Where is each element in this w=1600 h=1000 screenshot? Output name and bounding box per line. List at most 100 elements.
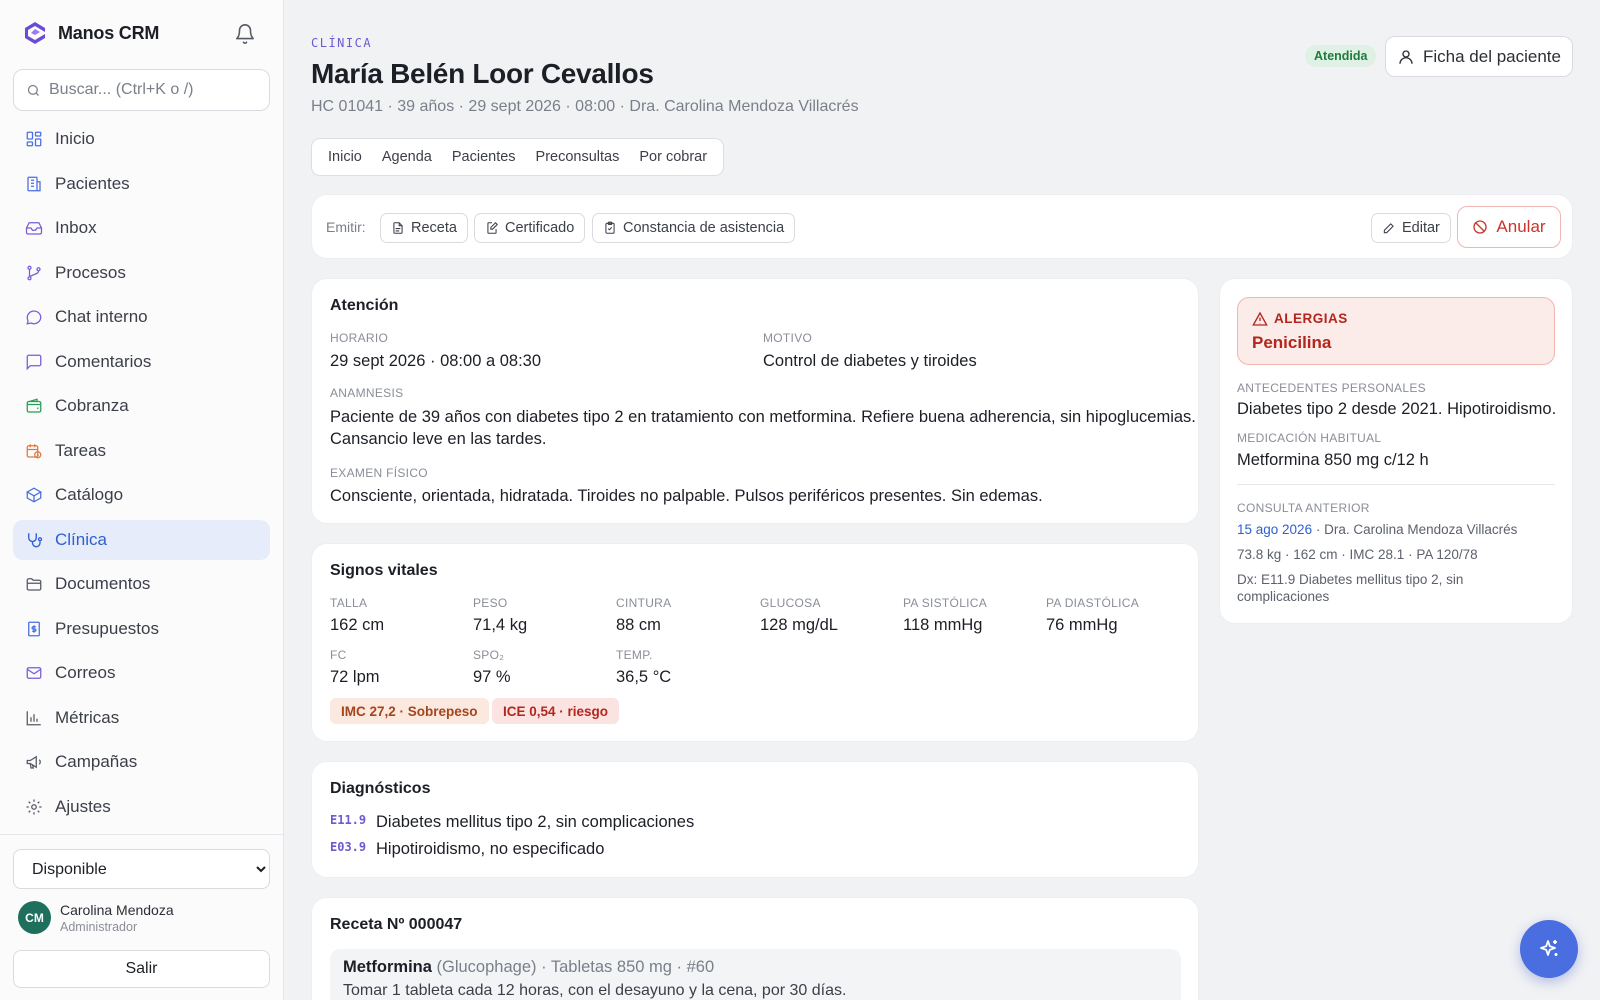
- user-icon: [1399, 49, 1413, 64]
- sparkles-icon: [1540, 940, 1558, 956]
- vital-value: 88 cm: [616, 616, 661, 634]
- attention-title: Atención: [330, 297, 399, 314]
- sidebar-item-documentos[interactable]: Documentos: [13, 564, 270, 604]
- sidebar-item-label: Inicio: [55, 129, 95, 148]
- section-label: CLÍNICA: [311, 36, 373, 50]
- sidebar-item-metricas[interactable]: Métricas: [13, 698, 270, 738]
- sidebar-item-correos[interactable]: Correos: [13, 653, 270, 693]
- sidebar-item-catalogo[interactable]: Catálogo: [13, 475, 270, 515]
- edit-button[interactable]: Editar: [1371, 213, 1451, 243]
- reason-label: MOTIVO: [763, 331, 813, 345]
- sidebar-item-label: Pacientes: [55, 173, 130, 193]
- vital-value: 118 mmHg: [903, 616, 983, 634]
- search-icon: [27, 84, 39, 96]
- certificado-button[interactable]: Certificado: [474, 213, 586, 243]
- physical-exam-value: Consciente, orientada, hidratada. Tiroid…: [330, 487, 1043, 505]
- drug-detail: (Glucophage) · Tabletas 850 mg · #60: [436, 958, 715, 976]
- sidebar-footer: Disponible CM Carolina Mendoza Administr…: [0, 834, 284, 1000]
- sidebar-item-campanas[interactable]: Campañas: [13, 742, 270, 782]
- patient-meta: HC 01041 · 39 años · 29 sept 2026 · 08:0…: [311, 98, 859, 115]
- previous-visit-date-link[interactable]: 15 ago 2026: [1237, 522, 1312, 537]
- tab-pacientes[interactable]: Pacientes: [442, 149, 526, 165]
- history-label: ANTECEDENTES PERSONALES: [1237, 381, 1426, 395]
- previous-visit-line: 15 ago 2026 · Dra. Carolina Mendoza Vill…: [1237, 522, 1517, 537]
- section-tabs: Inicio Agenda Pacientes Preconsultas Por…: [311, 138, 725, 176]
- tab-inicio[interactable]: Inicio: [318, 149, 372, 165]
- app-name: Manos CRM: [58, 22, 160, 43]
- diagnosis-code: E11.9: [330, 813, 367, 827]
- sidebar-nav: Inicio Pacientes Inbox Procesos Chat int…: [13, 119, 270, 831]
- sidebar-item-procesos[interactable]: Procesos: [13, 253, 270, 293]
- tab-por-cobrar[interactable]: Por cobrar: [629, 149, 717, 165]
- pencil-icon: [1383, 223, 1394, 234]
- sidebar-item-clinica[interactable]: Clínica: [13, 519, 270, 560]
- sidebar-item-label: Campañas: [55, 752, 138, 771]
- box-icon: [25, 487, 43, 503]
- previous-visit-label: CONSULTA ANTERIOR: [1237, 501, 1370, 515]
- patient-file-button[interactable]: Ficha del paciente: [1385, 36, 1573, 77]
- sidebar-item-ajustes[interactable]: Ajustes: [13, 787, 270, 827]
- sidebar-item-inbox[interactable]: Inbox: [13, 208, 270, 248]
- sidebar-item-cobranza[interactable]: Cobranza: [13, 386, 270, 426]
- clock-calendar-icon: [26, 443, 42, 458]
- file-edit-icon: [487, 222, 498, 234]
- brand[interactable]: Manos CRM: [22, 20, 159, 46]
- medication-value: Metformina 850 mg c/12 h: [1237, 451, 1429, 469]
- bell-icon[interactable]: [234, 23, 256, 45]
- search-box[interactable]: [13, 69, 270, 111]
- sidebar-item-tareas[interactable]: Tareas: [13, 431, 270, 471]
- ban-icon: [1473, 220, 1488, 234]
- anamnesis-line-1: Paciente de 39 años con diabetes tipo 2 …: [330, 408, 1196, 426]
- sidebar-item-label: Métricas: [55, 707, 120, 727]
- tab-preconsultas[interactable]: Preconsultas: [526, 149, 630, 165]
- waist-ratio-badge: ICE 0,54 · riesgo: [492, 698, 620, 724]
- sidebar-item-label: Correos: [55, 663, 116, 682]
- attention-card: Atención HORARIO 29 sept 2026 · 08:00 a …: [311, 278, 1199, 524]
- user-role: Administrador: [60, 919, 138, 934]
- availability-select[interactable]: Disponible: [13, 849, 270, 889]
- sidebar-item-label: Procesos: [55, 262, 126, 282]
- sidebar-item-comentarios[interactable]: Comentarios: [13, 342, 270, 382]
- receta-button[interactable]: Receta: [380, 213, 468, 243]
- user-profile[interactable]: CM Carolina Mendoza Administrador: [18, 901, 174, 934]
- manos-logo-icon: [25, 22, 45, 44]
- sidebar-item-label: Chat interno: [55, 307, 148, 326]
- sidebar-item-label: Ajustes: [55, 796, 111, 816]
- sidebar-item-label: Catálogo: [55, 485, 124, 504]
- vital-value: 71,4 kg: [473, 616, 528, 634]
- vital-value: 97 %: [473, 668, 511, 686]
- vital-label: FC: [330, 648, 347, 662]
- ai-assistant-button[interactable]: [1520, 920, 1578, 978]
- medication-label: MEDICACIÓN HABITUAL: [1237, 431, 1382, 445]
- clipboard-check-icon: [605, 221, 615, 234]
- sidebar-item-pacientes[interactable]: Pacientes: [13, 164, 270, 204]
- logout-button[interactable]: Salir: [13, 950, 270, 988]
- sidebar-item-label: Cobranza: [55, 396, 129, 415]
- search-input[interactable]: [49, 81, 249, 99]
- sidebar-item-label: Presupuestos: [55, 618, 159, 638]
- gear-icon: [26, 799, 42, 814]
- comment-icon: [26, 354, 42, 370]
- allergy-title: ALERGIAS: [1274, 311, 1348, 326]
- previous-visit-doctor: · Dra. Carolina Mendoza Villacrés: [1315, 522, 1518, 537]
- sidebar-item-presupuestos[interactable]: Presupuestos: [13, 609, 270, 649]
- constancia-button[interactable]: Constancia de asistencia: [592, 213, 796, 243]
- cancel-appointment-button[interactable]: Anular: [1457, 206, 1561, 248]
- emit-label: Emitir:: [326, 219, 366, 235]
- receta-label: Receta: [411, 220, 457, 236]
- anamnesis-line-2: Cansancio leve en las tardes.: [330, 430, 547, 448]
- vital-label: TEMP.: [616, 648, 653, 662]
- sidebar-item-chat-interno[interactable]: Chat interno: [13, 297, 270, 337]
- chat-icon: [26, 310, 42, 325]
- anular-label: Anular: [1496, 217, 1546, 236]
- edit-label: Editar: [1402, 220, 1440, 236]
- megaphone-icon: [26, 755, 41, 769]
- diagnosis-text: Diabetes mellitus tipo 2, sin complicaci…: [376, 813, 695, 831]
- sidebar-item-inicio[interactable]: Inicio: [13, 119, 270, 159]
- status-badge: Atendida: [1305, 45, 1377, 67]
- divider: [1237, 484, 1555, 485]
- page-title: María Belén Loor Cevallos: [311, 58, 654, 89]
- constancia-label: Constancia de asistencia: [623, 220, 785, 236]
- tab-agenda[interactable]: Agenda: [372, 149, 442, 165]
- inbox-icon: [25, 222, 43, 235]
